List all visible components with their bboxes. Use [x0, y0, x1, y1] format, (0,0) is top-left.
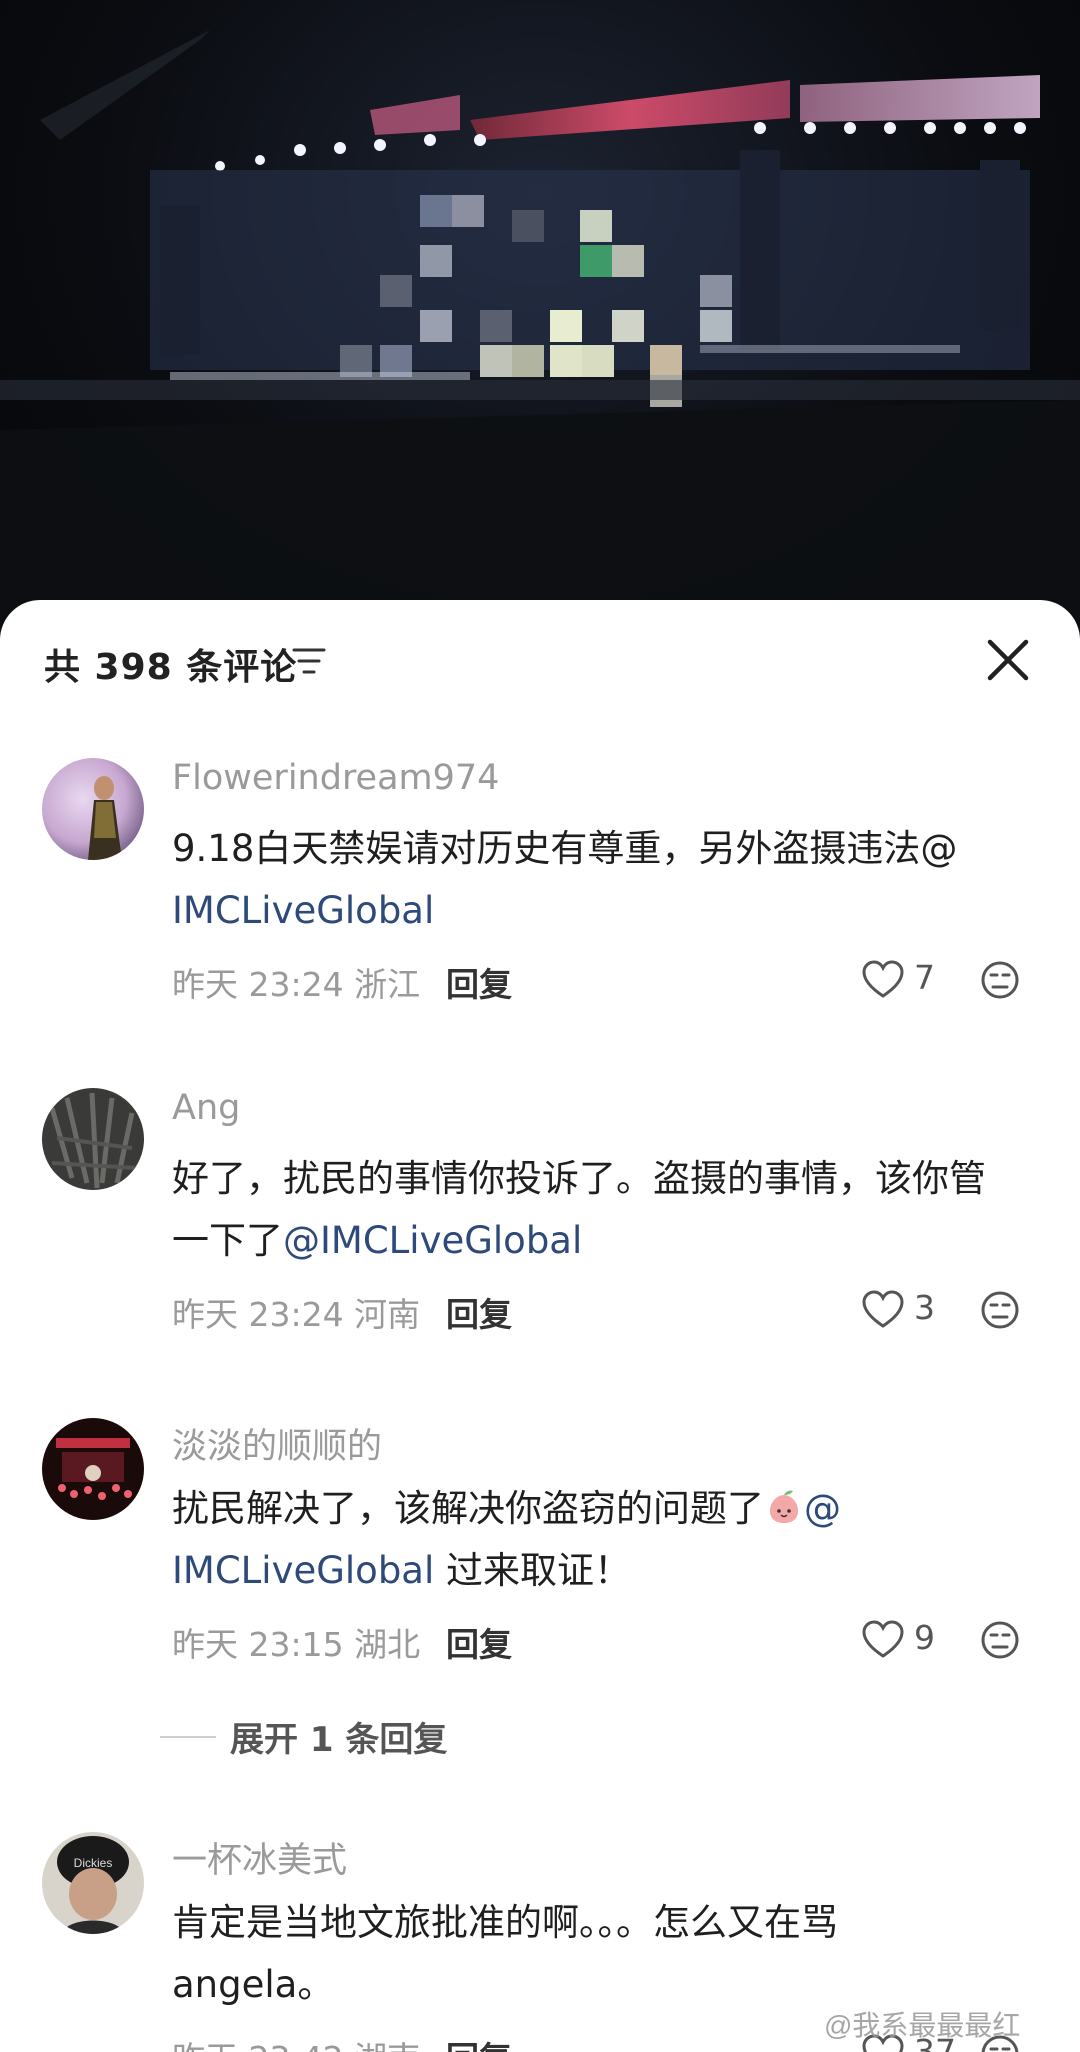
comment-text-line: 肯定是当地文旅批准的啊。。。怎么又在骂 — [172, 1901, 838, 1944]
svg-text:Dickies: Dickies — [74, 1856, 113, 1870]
comment-text: 肯定是当地文旅批准的啊。。。怎么又在骂 angela。 — [172, 1892, 1032, 2016]
comment-text: 扰民解决了，该解决你盗窃的问题了 @ IMCLiveGlobal 过来取证！ — [172, 1478, 1032, 1602]
comment-meta: 昨天 23:24 河南 — [172, 1295, 421, 1334]
comment-text-line: angela。 — [172, 1963, 335, 2006]
comment-username[interactable]: Ang — [172, 1088, 240, 1128]
like-count: 7 — [914, 958, 935, 997]
comment-username[interactable]: Flowerindream974 — [172, 758, 499, 798]
comment-text-line: 过来取证！ — [434, 1549, 632, 1592]
weibo-watermark: @我系最最最红 — [824, 2010, 1021, 2041]
avatar[interactable] — [42, 1088, 144, 1190]
dislike-face-icon[interactable] — [980, 960, 1020, 1000]
mention-link[interactable]: IMCLiveGlobal — [172, 889, 434, 932]
expand-replies-label: 展开 1 条回复 — [230, 1720, 448, 1760]
comment-count: 共 398 条评论 — [44, 647, 298, 688]
reply-button[interactable]: 回复 — [446, 1288, 512, 1336]
comment-text-line: 9.18白天禁娱请对历史有尊重，另外盗摄违法@ — [172, 827, 958, 870]
comment-item: Ang 好了，扰民的事情你投诉了。盗摄的事情，该你管 一下了@IMCLiveGl… — [0, 1088, 1080, 1388]
avatar[interactable] — [42, 1418, 144, 1520]
heart-icon[interactable] — [862, 1620, 904, 1660]
comment-text-line: 好了，扰民的事情你投诉了。盗摄的事情，该你管 — [172, 1157, 986, 1200]
reply-button[interactable]: 回复 — [446, 958, 512, 1006]
heart-icon[interactable] — [862, 1290, 904, 1330]
avatar[interactable] — [42, 758, 144, 860]
comment-meta: 昨天 23:24 浙江 — [172, 965, 421, 1004]
comment-text-line: 一下了 — [172, 1219, 283, 1262]
comment-sheet: 共 398 条评论 Flowerindream974 9.18白天禁娱请对历史有… — [0, 600, 1080, 2052]
comment-username[interactable]: 一杯冰美式 — [172, 1832, 347, 1883]
comment-text-line: 扰民解决了，该解决你盗窃的问题了 — [172, 1487, 764, 1530]
close-icon[interactable] — [984, 636, 1032, 684]
heart-icon[interactable] — [862, 960, 904, 1000]
concert-stage-video-frame — [0, 30, 1080, 640]
expand-divider — [160, 1736, 216, 1738]
mention-link[interactable]: @ — [804, 1487, 841, 1530]
reply-button[interactable]: 回复 — [446, 1618, 512, 1666]
comment-item: 淡淡的顺顺的 扰民解决了，该解决你盗窃的问题了 @ IMCLiveGlobal … — [0, 1418, 1080, 1798]
comment-meta: 昨天 23:42 湖南 — [172, 2032, 420, 2052]
comment-text: 好了，扰民的事情你投诉了。盗摄的事情，该你管 一下了@IMCLiveGlobal — [172, 1148, 1032, 1272]
reply-button[interactable]: 回复 — [446, 2032, 512, 2052]
comment-item: Flowerindream974 9.18白天禁娱请对历史有尊重，另外盗摄违法@… — [0, 758, 1080, 1058]
filter-icon[interactable] — [292, 646, 326, 676]
like-count: 9 — [914, 1618, 935, 1657]
comment-username[interactable]: 淡淡的顺顺的 — [172, 1418, 382, 1469]
dislike-face-icon[interactable] — [980, 1620, 1020, 1660]
comment-sheet-header: 共 398 条评论 — [0, 600, 1080, 720]
comment-text: 9.18白天禁娱请对历史有尊重，另外盗摄违法@ IMCLiveGlobal — [172, 818, 1032, 942]
peach-emoji-icon — [770, 1490, 798, 1523]
like-count: 3 — [914, 1288, 935, 1327]
mention-link[interactable]: IMCLiveGlobal — [172, 1549, 434, 1592]
avatar[interactable]: Dickies — [42, 1832, 144, 1934]
video-player[interactable] — [0, 0, 1080, 640]
dislike-face-icon[interactable] — [980, 1290, 1020, 1330]
comment-meta: 昨天 23:15 湖北 — [172, 1625, 421, 1664]
mention-link[interactable]: @IMCLiveGlobal — [283, 1219, 582, 1262]
